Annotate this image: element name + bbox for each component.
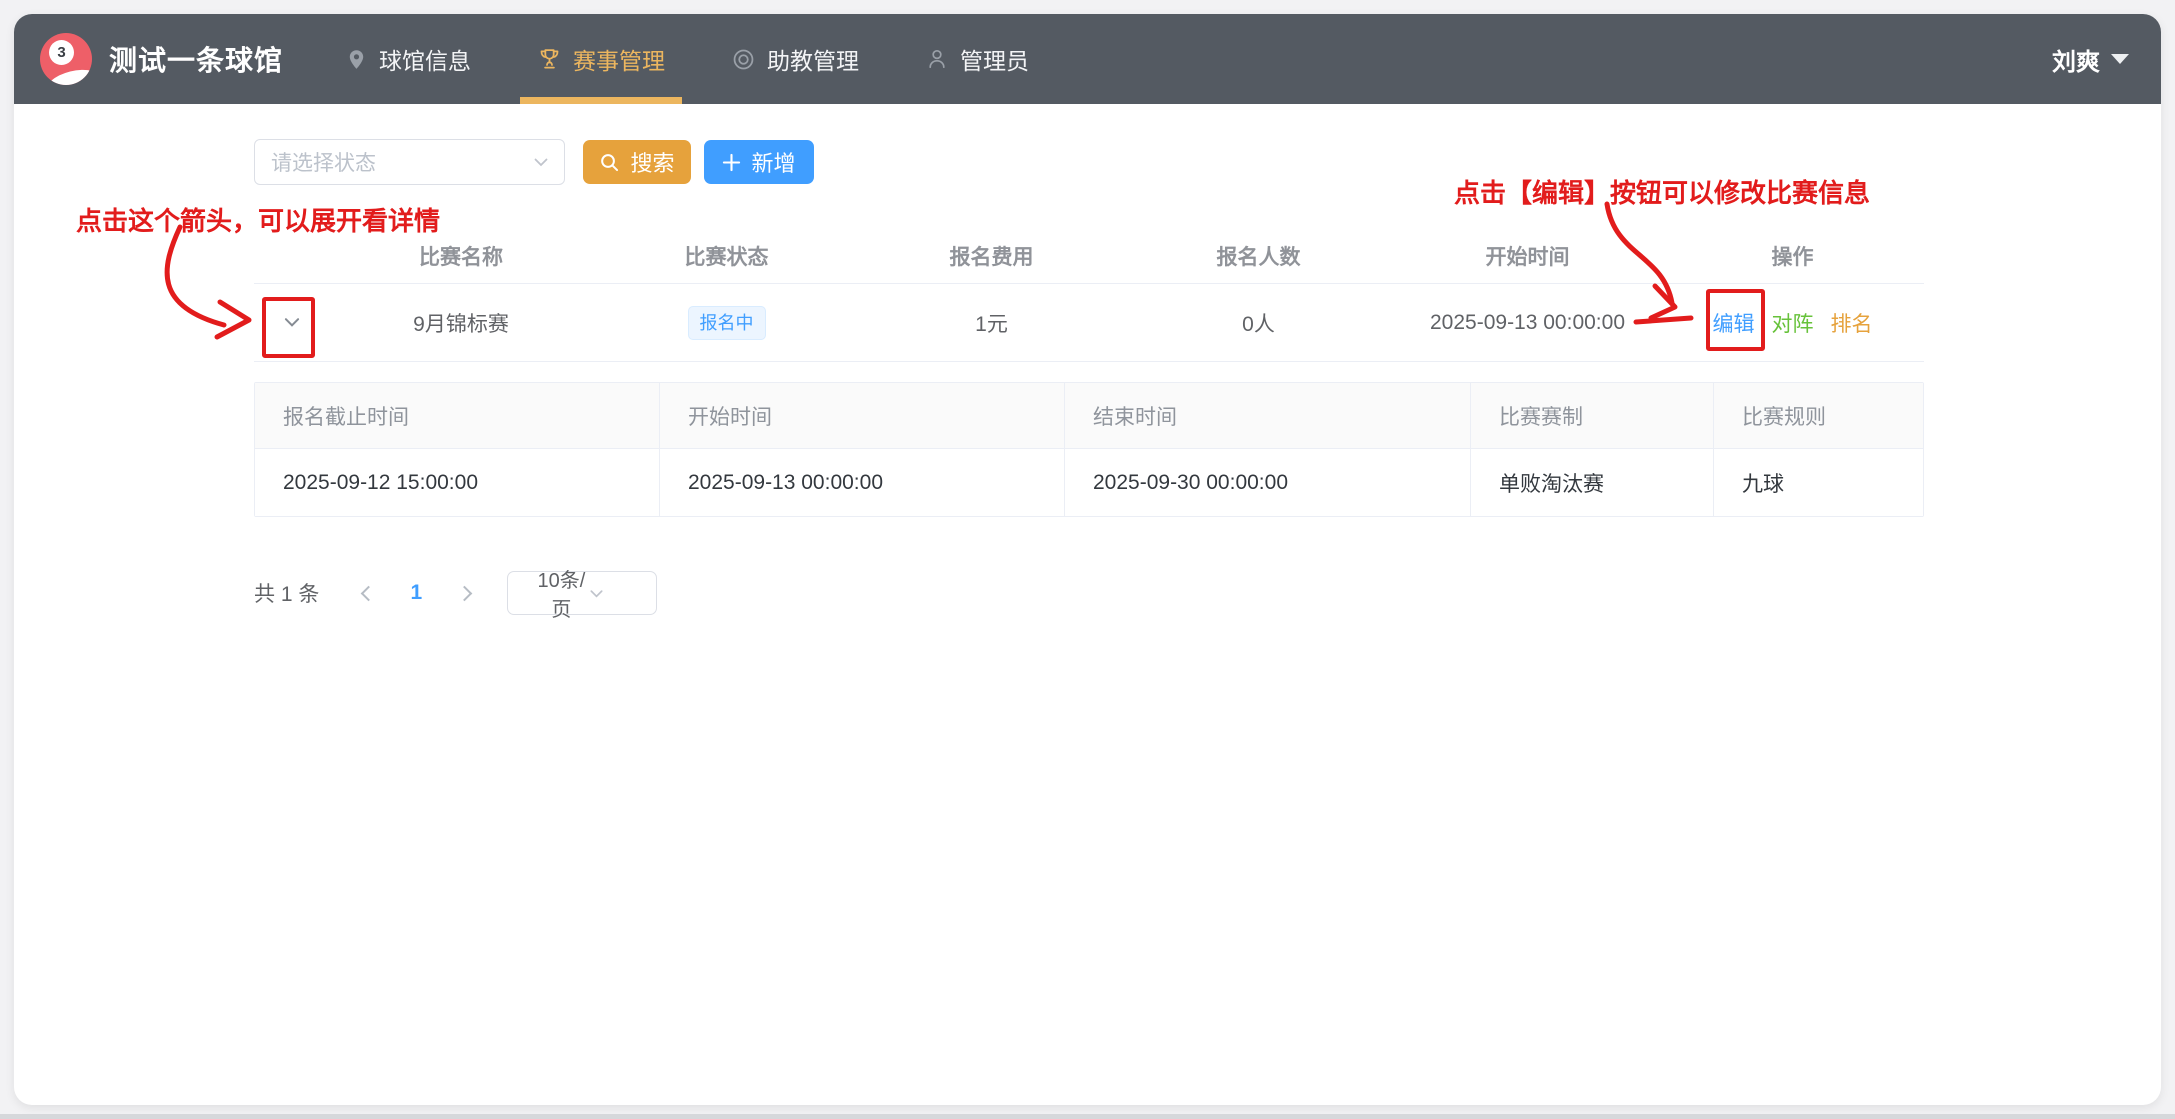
nav-label: 赛事管理 (573, 42, 665, 76)
nav-event-management[interactable]: 赛事管理 (537, 14, 665, 104)
window-bottom-edge (0, 1114, 2175, 1119)
detail-format-value: 单败淘汰赛 (1471, 449, 1714, 516)
select-placeholder: 请选择状态 (271, 147, 376, 177)
app-window: 3 测试一条球馆 球馆信息 赛事管理 (14, 14, 2161, 1105)
chevron-down-icon (588, 585, 642, 602)
billiard-ball-logo: 3 (40, 33, 92, 85)
page-number-button[interactable]: 1 (399, 581, 433, 605)
participants-cell: 0人 (1123, 308, 1394, 338)
ranking-link[interactable]: 排名 (1831, 308, 1873, 338)
annotation-box-expand (262, 297, 315, 358)
ball-shine (41, 64, 92, 85)
col-start-time: 开始时间 (1394, 241, 1661, 271)
col-fee: 报名费用 (860, 241, 1123, 271)
search-button-label: 搜索 (630, 146, 674, 178)
status-filter-select[interactable]: 请选择状态 (254, 139, 565, 185)
total-count: 共 1 条 (254, 578, 319, 608)
nav-label: 球馆信息 (379, 42, 471, 76)
venue-title: 测试一条球馆 (109, 39, 283, 79)
app-header: 3 测试一条球馆 球馆信息 赛事管理 (14, 14, 2161, 104)
annotation-expand-tip: 点击这个箭头，可以展开看详情 (76, 201, 440, 238)
caret-down-icon (2111, 54, 2129, 64)
detail-col-rules: 比赛规则 (1714, 383, 1923, 449)
chevron-left-icon (361, 585, 377, 601)
user-menu[interactable]: 刘爽 (2052, 42, 2129, 77)
assistant-icon (731, 47, 756, 72)
fee-cell: 1元 (860, 308, 1123, 338)
search-icon (599, 152, 620, 173)
filter-toolbar: 请选择状态 搜索 新增 (254, 139, 814, 185)
detail-value-row: 2025-09-12 15:00:00 2025-09-13 00:00:00 … (255, 449, 1923, 516)
plus-icon (722, 153, 741, 172)
bracket-link[interactable]: 对阵 (1772, 308, 1814, 338)
prev-page-button[interactable] (343, 588, 389, 599)
start-time-cell: 2025-09-13 00:00:00 (1394, 311, 1661, 335)
nav-assistant-management[interactable]: 助教管理 (731, 14, 859, 104)
table-row: 9月锦标赛 报名中 1元 0人 2025-09-13 00:00:00 编辑 对… (254, 284, 1924, 362)
col-actions: 操作 (1661, 241, 1924, 271)
page-size-value: 10条/页 (534, 564, 588, 622)
detail-col-end: 结束时间 (1065, 383, 1471, 449)
col-match-status: 比赛状态 (593, 241, 860, 271)
pagination: 共 1 条 1 10条/页 (254, 570, 657, 616)
main-nav: 球馆信息 赛事管理 助教管理 (345, 14, 1029, 104)
detail-start-value: 2025-09-13 00:00:00 (660, 449, 1065, 516)
match-status-cell: 报名中 (593, 306, 860, 340)
detail-end-value: 2025-09-30 00:00:00 (1065, 449, 1471, 516)
admin-user-icon (925, 47, 949, 71)
desktop-background: 3 测试一条球馆 球馆信息 赛事管理 (0, 0, 2175, 1119)
annotation-edit-tip: 点击【编辑】按钮可以修改比赛信息 (1454, 173, 1870, 210)
left-arrow-shaft (167, 227, 224, 325)
left-arrow-head (217, 302, 249, 337)
trophy-icon (537, 47, 562, 72)
nav-label: 助教管理 (767, 42, 859, 76)
location-pin-icon (345, 48, 368, 71)
add-button[interactable]: 新增 (704, 140, 814, 184)
actions-cell: 编辑 对阵 排名 (1661, 308, 1924, 338)
detail-rules-value: 九球 (1714, 449, 1923, 516)
ball-number: 3 (49, 40, 74, 65)
expanded-detail-table: 报名截止时间 开始时间 结束时间 比赛赛制 比赛规则 2025-09-12 15… (254, 382, 1924, 517)
status-badge: 报名中 (688, 306, 766, 340)
add-button-label: 新增 (751, 146, 795, 178)
chevron-down-icon (532, 153, 550, 171)
search-button[interactable]: 搜索 (583, 140, 691, 184)
detail-col-deadline: 报名截止时间 (255, 383, 660, 449)
matches-table: 比赛名称 比赛状态 报名费用 报名人数 开始时间 操作 9月锦标赛 报名中 1元 (254, 229, 1924, 362)
detail-col-start: 开始时间 (660, 383, 1065, 449)
nav-label: 管理员 (960, 42, 1029, 76)
next-page-button[interactable] (443, 588, 489, 599)
nav-venue-info[interactable]: 球馆信息 (345, 14, 471, 104)
nav-admin[interactable]: 管理员 (925, 14, 1029, 104)
match-name-cell: 9月锦标赛 (329, 308, 593, 338)
chevron-right-icon (457, 585, 473, 601)
user-name: 刘爽 (2052, 42, 2100, 77)
col-match-name: 比赛名称 (329, 241, 593, 271)
page-size-select[interactable]: 10条/页 (507, 571, 657, 615)
detail-header-row: 报名截止时间 开始时间 结束时间 比赛赛制 比赛规则 (255, 383, 1923, 449)
detail-col-format: 比赛赛制 (1471, 383, 1714, 449)
detail-deadline-value: 2025-09-12 15:00:00 (255, 449, 660, 516)
table-header-row: 比赛名称 比赛状态 报名费用 报名人数 开始时间 操作 (254, 229, 1924, 284)
col-participants: 报名人数 (1123, 241, 1394, 271)
annotation-box-edit (1706, 289, 1765, 351)
